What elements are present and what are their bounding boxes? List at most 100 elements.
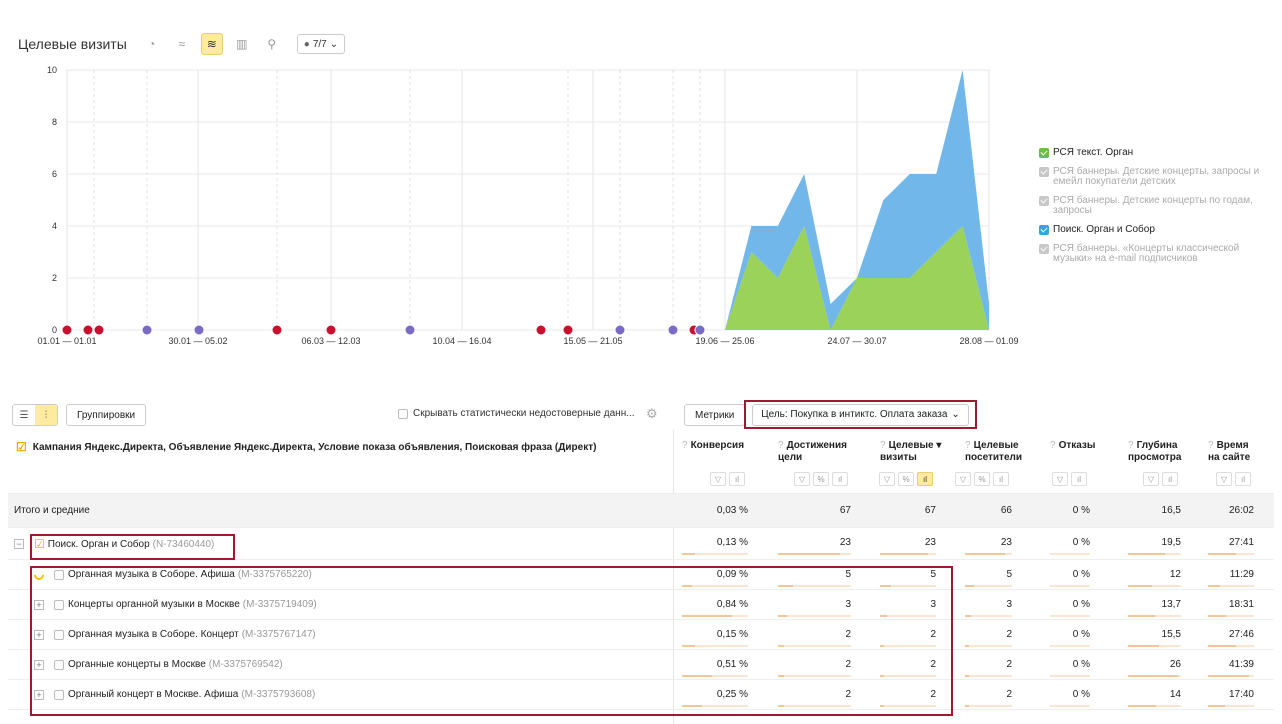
filter-icon[interactable]: ▽: [879, 472, 895, 486]
help-icon[interactable]: ?: [1050, 440, 1056, 451]
hide-unreliable-checkbox[interactable]: [398, 408, 408, 419]
legend-item[interactable]: Поиск. Орган и Собор: [1039, 225, 1269, 235]
checkbox-checked-icon[interactable]: [1039, 244, 1049, 254]
bar-chart-icon[interactable]: ıl: [832, 472, 848, 486]
help-icon[interactable]: ?: [1208, 440, 1214, 451]
percent-icon[interactable]: %: [813, 472, 829, 486]
column-header[interactable]: ? Глубина просмотра: [1128, 440, 1181, 464]
filter-icon[interactable]: ▽: [1216, 472, 1232, 486]
map-pin-icon[interactable]: ⚲: [261, 33, 283, 55]
x-tick-label: 19.06 — 25.06: [695, 336, 754, 346]
metric-cell: 0 %: [1072, 659, 1090, 670]
x-tick-label: 15.05 — 21.05: [563, 336, 622, 346]
checkbox-checked-icon[interactable]: ☑: [16, 440, 27, 454]
note-marker-red: [61, 324, 73, 336]
collapse-icon[interactable]: −: [14, 539, 24, 549]
column-tools: ▽% ıl: [955, 472, 1009, 486]
hide-unreliable-toggle[interactable]: Скрывать статистически недостоверные дан…: [398, 408, 635, 419]
column-header-line1: Время: [1216, 440, 1249, 451]
line-chart-icon[interactable]: ≈: [171, 33, 193, 55]
bar-chart-icon[interactable]: ıl: [993, 472, 1009, 486]
filter-icon[interactable]: ▽: [794, 472, 810, 486]
x-tick-label: 06.03 — 12.03: [301, 336, 360, 346]
filter-icon[interactable]: ▽: [955, 472, 971, 486]
column-header-line2: цели: [778, 452, 803, 463]
table-header: ☑ Кампания Яндекс.Директа, Объявление Ян…: [8, 430, 1274, 494]
metric-cell: 17:40: [1228, 689, 1254, 700]
percent-icon[interactable]: %: [898, 472, 914, 486]
metric-cell: 67: [924, 505, 936, 516]
column-header[interactable]: ? Целевые ▾ визиты: [880, 440, 941, 464]
help-icon[interactable]: ?: [778, 440, 784, 451]
column-tools: ▽% ıl: [794, 472, 848, 486]
legend-item[interactable]: РСЯ баннеры. Детские концерты по годам, …: [1039, 196, 1269, 216]
metric-cell: 0 %: [1072, 505, 1090, 516]
metric-bar: [778, 553, 841, 555]
list-view-icon[interactable]: ☰: [13, 405, 35, 425]
metric-cell: 18:31: [1228, 599, 1254, 610]
campaign-highlight: [30, 534, 235, 560]
goal-select[interactable]: Цель: Покупка в интиктс. Оплата заказа ⌄: [752, 403, 969, 426]
checkbox-checked-icon[interactable]: [1039, 196, 1049, 206]
y-tick-label: 4: [52, 221, 57, 231]
help-icon[interactable]: ?: [1128, 440, 1134, 451]
gear-icon[interactable]: ⚙: [646, 406, 658, 422]
column-header[interactable]: ? Время на сайте: [1208, 440, 1250, 464]
help-icon[interactable]: ?: [682, 440, 688, 451]
percent-icon[interactable]: %: [974, 472, 990, 486]
y-tick-label: 2: [52, 273, 57, 283]
note-marker-purple: [614, 324, 626, 336]
metric-cell: 67: [839, 505, 851, 516]
filter-icon[interactable]: ▽: [1143, 472, 1159, 486]
bar-chart-icon[interactable]: ▥: [231, 33, 253, 55]
pie-chart-icon[interactable]: ◔: [141, 33, 163, 55]
bar-chart-icon[interactable]: ıl: [917, 472, 933, 486]
note-marker-red: [535, 324, 547, 336]
checkbox-checked-icon[interactable]: [1039, 167, 1049, 177]
groupings-button[interactable]: Группировки: [66, 404, 147, 426]
filter-icon[interactable]: ▽: [1052, 472, 1068, 486]
total-row: Итого и средние 0,03 % 67 67 66 0 % 16,5 26:02: [8, 494, 1274, 528]
help-icon[interactable]: ?: [880, 440, 886, 451]
metric-bar-track: [1050, 585, 1090, 587]
checkbox-checked-icon[interactable]: [1039, 148, 1049, 158]
legend-item[interactable]: РСЯ текст. Орган: [1039, 148, 1269, 158]
ads-highlight: [30, 566, 953, 716]
help-icon[interactable]: ?: [965, 440, 971, 451]
metric-cell: 23: [839, 537, 851, 548]
metric-bar: [1128, 615, 1155, 617]
legend-item[interactable]: РСЯ баннеры. «Концерты классической музы…: [1039, 244, 1269, 264]
bar-chart-icon[interactable]: ıl: [729, 472, 745, 486]
checkbox-checked-icon[interactable]: [1039, 225, 1049, 235]
metric-cell: 5: [1006, 569, 1012, 580]
filter-icon[interactable]: ▽: [710, 472, 726, 486]
hide-unreliable-label: Скрывать статистически недостоверные дан…: [413, 408, 635, 419]
column-tools: ▽ ıl: [710, 472, 745, 486]
bar-chart-icon[interactable]: ıl: [1071, 472, 1087, 486]
dimension-header[interactable]: ☑ Кампания Яндекс.Директа, Объявление Ян…: [16, 440, 596, 454]
metrics-button[interactable]: Метрики: [684, 404, 746, 426]
notes-button[interactable]: ● 7/7 ⌄: [296, 34, 346, 54]
note-marker-red: [562, 324, 574, 336]
metric-bar: [965, 675, 969, 677]
area-chart-icon[interactable]: ≋: [200, 33, 223, 55]
bar-chart-icon[interactable]: ıl: [1162, 472, 1178, 486]
metric-cell: 66: [1000, 505, 1012, 516]
metric-cell: 41:39: [1228, 659, 1254, 670]
note-marker-purple: [193, 324, 205, 336]
metric-cell: 0 %: [1072, 689, 1090, 700]
legend-item[interactable]: РСЯ баннеры. Детские концерты, запросы и…: [1039, 167, 1269, 187]
y-tick-label: 8: [52, 117, 57, 127]
chevron-down-icon: ⌄: [951, 409, 960, 420]
column-header[interactable]: ? Достижения цели: [778, 440, 847, 464]
bar-chart-icon[interactable]: ıl: [1235, 472, 1251, 486]
column-tools: ▽% ıl: [879, 472, 933, 486]
y-tick-label: 10: [47, 65, 57, 75]
legend-label: РСЯ баннеры. Детские концерты, запросы и…: [1053, 166, 1260, 187]
column-header[interactable]: ? Отказы: [1050, 440, 1095, 452]
chart-legend: РСЯ текст. Орган РСЯ баннеры. Детские кон…: [1039, 148, 1269, 273]
column-header[interactable]: ? Конверсия: [682, 440, 744, 452]
column-header[interactable]: ? Целевые посетители: [965, 440, 1022, 464]
metric-cell: 26: [1169, 659, 1181, 670]
tree-view-icon[interactable]: ⫶: [35, 405, 57, 425]
